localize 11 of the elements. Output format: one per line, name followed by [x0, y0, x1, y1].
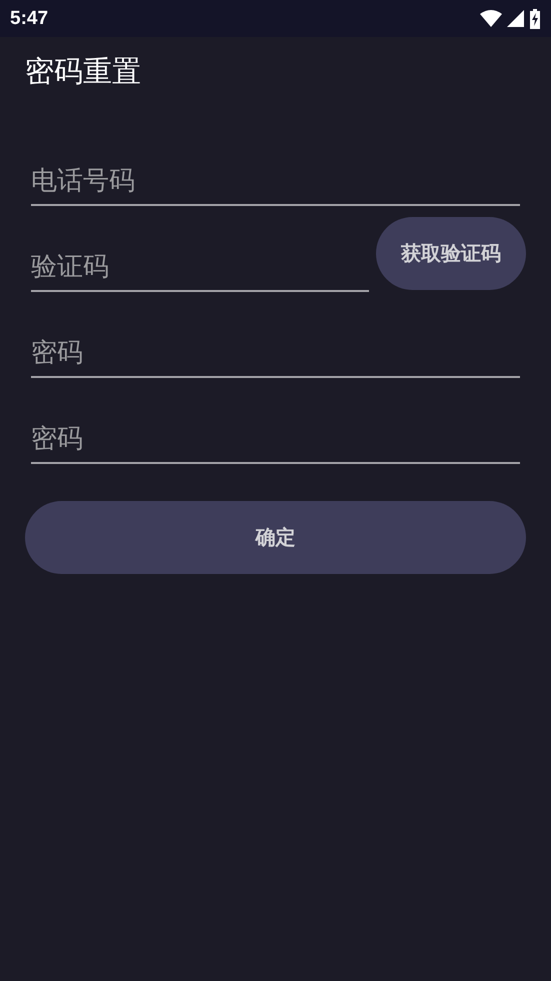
page-title: 密码重置	[25, 53, 141, 90]
password-field[interactable]: 密码	[31, 408, 520, 464]
password-field[interactable]: 密码	[31, 322, 520, 378]
signal-icon	[507, 10, 524, 27]
phone-field[interactable]: 电话号码	[31, 150, 520, 206]
clock: 5:47	[10, 8, 48, 30]
code-field[interactable]: 验证码	[31, 236, 369, 292]
get-code-button[interactable]: 获取验证码	[376, 217, 526, 290]
confirm-button[interactable]: 确定	[25, 501, 526, 574]
battery-icon	[529, 8, 541, 28]
wifi-icon	[480, 10, 502, 27]
